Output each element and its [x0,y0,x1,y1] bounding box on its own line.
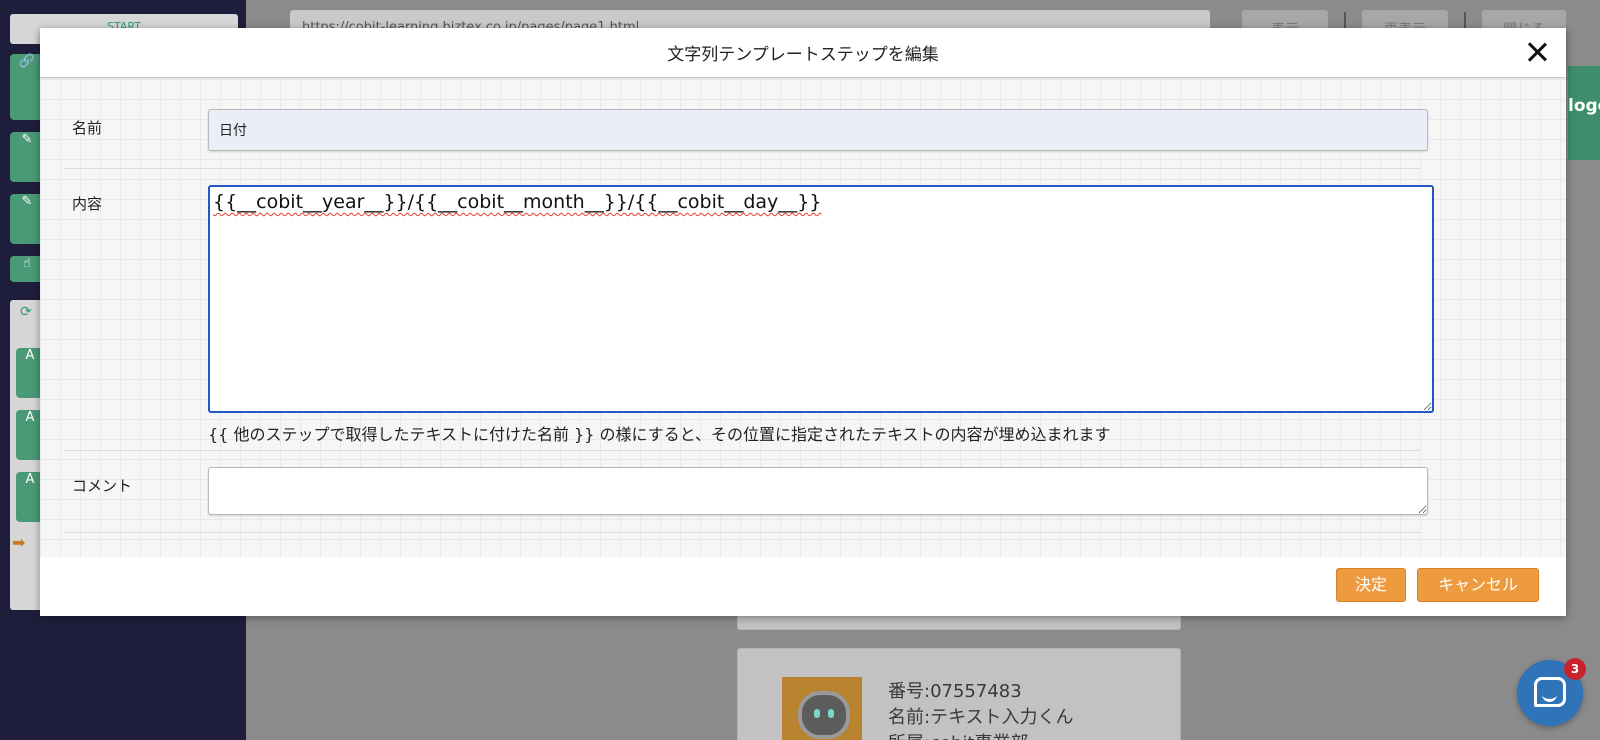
profile-dept: 所属:cobit事業部 [888,731,1074,740]
comment-textarea[interactable] [208,467,1428,515]
loop-icon: ⟳ [20,304,32,320]
content-hint: {{ 他のステップで取得したテキストに付けた名前 }} の様にすると、その位置に… [208,425,1111,444]
profile-name: 名前:テキスト入力くん [888,707,1074,728]
text-icon: A [25,348,35,363]
modal-footer: 決定 キャンセル [40,557,1566,616]
step-click[interactable]: ☝ [10,256,44,282]
robot-icon [798,691,850,739]
pointer-icon: ☝ [23,256,31,271]
arrow-right-icon: ➡ [12,533,26,552]
content-textarea[interactable]: {{__cobit__year__}}/{{__cobit__month__}}… [208,185,1434,413]
notification-badge: 3 [1564,658,1586,680]
preview-card-profile: 番号:07557483 名前:テキスト入力くん 所属:cobit事業部 [737,648,1181,740]
modal-title: 文字列テンプレートステップを編集 [667,45,939,65]
step-edit-2[interactable]: ✎ [10,194,44,244]
content-label: 内容 [72,195,103,213]
comment-label: コメント [72,477,133,495]
ok-button[interactable]: 決定 [1336,568,1406,602]
edit-modal: 文字列テンプレートステップを編集 名前 内容 {{__cobit__year__… [40,28,1566,616]
profile-number: 番号:07557483 [888,681,1022,702]
name-row: 名前 [64,101,1428,169]
divider [1344,12,1346,28]
text-icon: A [25,472,35,487]
comment-row: コメント [64,459,1428,533]
modal-header: 文字列テンプレートステップを編集 [40,28,1566,78]
avatar [782,677,862,740]
text-icon: A [25,410,35,425]
divider [1464,12,1466,28]
name-input[interactable] [208,109,1428,151]
profile-text: 番号:07557483 名前:テキスト入力くん 所属:cobit事業部 [888,679,1074,740]
content-text: {{__cobit__year__}}/{{__cobit__month__}}… [213,191,822,213]
link-icon: 🔗 [18,54,36,69]
modal-body: 名前 内容 {{__cobit__year__}}/{{__cobit__mon… [40,79,1566,557]
pencil-icon: ✎ [21,194,33,209]
name-label: 名前 [72,119,103,137]
cancel-button[interactable]: キャンセル [1417,568,1539,602]
pencil-icon: ✎ [21,132,33,147]
logo: logo [1568,66,1600,160]
content-row: 内容 {{__cobit__year__}}/{{__cobit__month_… [64,177,1434,451]
step-edit-1[interactable]: ✎ [10,132,44,182]
chat-icon [1534,677,1566,707]
step-link[interactable]: 🔗 [10,54,44,120]
close-icon[interactable] [1526,41,1548,63]
